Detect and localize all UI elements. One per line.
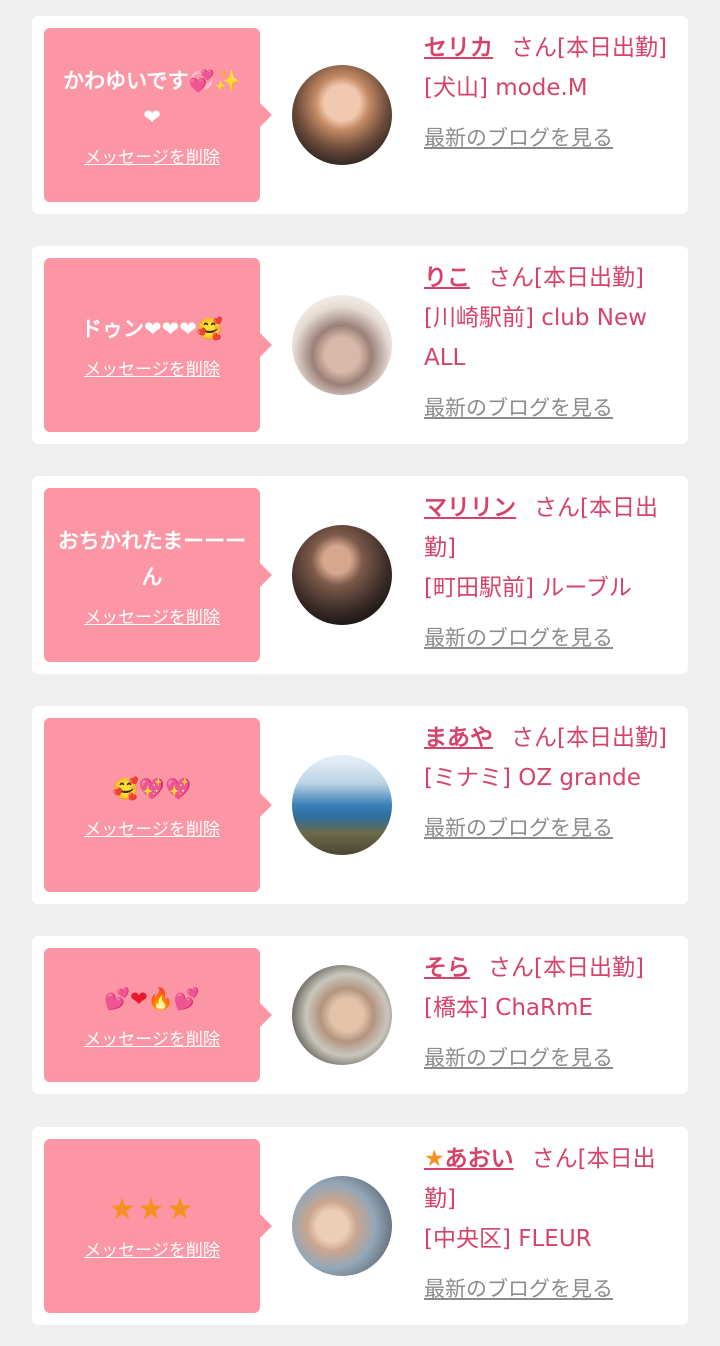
cast-status: さん[本日出勤]	[511, 725, 667, 751]
message-bubble: 💕❤🔥💕 メッセージを削除	[44, 948, 272, 1082]
cast-name-link[interactable]: まあや	[424, 725, 493, 751]
message-text: かわゆいです💞✨❤	[63, 68, 241, 129]
shop-area: [川崎駅前] club New ALL	[424, 305, 647, 371]
delete-message-link[interactable]: メッセージを削除	[84, 1025, 220, 1050]
message-card: かわゆいです💞✨❤ メッセージを削除 セリカ さん[本日出勤] [犬山] mode…	[32, 16, 688, 214]
delete-message-link[interactable]: メッセージを削除	[84, 355, 220, 380]
message-text: おちかれたまーーーん	[57, 528, 247, 589]
profile-info: ★あおい さん[本日出勤] [中央区] FLEUR 最新のブログを見る	[424, 1139, 674, 1309]
avatar[interactable]	[292, 965, 392, 1065]
latest-blog-link[interactable]: 最新のブログを見る	[424, 388, 613, 428]
cast-name-link[interactable]: ★あおい	[424, 1146, 514, 1172]
cast-name-text: あおい	[444, 1146, 514, 1172]
cast-status: さん[本日出勤]	[488, 955, 644, 981]
latest-blog-link[interactable]: 最新のブログを見る	[424, 118, 613, 158]
profile-info: マリリン さん[本日出勤] [町田駅前] ルーブル 最新のブログを見る	[424, 488, 674, 658]
message-list: かわゆいです💞✨❤ メッセージを削除 セリカ さん[本日出勤] [犬山] mode…	[0, 0, 720, 1346]
latest-blog-link[interactable]: 最新のブログを見る	[424, 618, 613, 658]
message-card: ★★★ メッセージを削除 ★あおい さん[本日出勤] [中央区] FLEUR 最新…	[32, 1127, 688, 1325]
delete-message-link[interactable]: メッセージを削除	[84, 603, 220, 628]
profile-info: そら さん[本日出勤] [橋本] ChaRmE 最新のブログを見る	[424, 948, 674, 1078]
avatar[interactable]	[292, 1176, 392, 1276]
avatar[interactable]	[292, 65, 392, 165]
star-icon: ★	[424, 1146, 445, 1172]
shop-area: [中央区] FLEUR	[424, 1226, 592, 1252]
message-bubble: ★★★ メッセージを削除	[44, 1139, 272, 1313]
message-text: ★★★	[108, 1191, 196, 1227]
profile-info: まあや さん[本日出勤] [ミナミ] OZ grande 最新のブログを見る	[424, 718, 674, 848]
profile-info: りこ さん[本日出勤] [川崎駅前] club New ALL 最新のブログを見る	[424, 258, 674, 428]
message-text: 🥰💖💖	[112, 776, 192, 801]
avatar[interactable]	[292, 755, 392, 855]
delete-message-link[interactable]: メッセージを削除	[84, 143, 220, 168]
message-bubble: おちかれたまーーーん メッセージを削除	[44, 488, 272, 662]
avatar[interactable]	[292, 295, 392, 395]
message-bubble: 🥰💖💖 メッセージを削除	[44, 718, 272, 892]
message-card: 💕❤🔥💕 メッセージを削除 そら さん[本日出勤] [橋本] ChaRmE 最新の…	[32, 936, 688, 1094]
latest-blog-link[interactable]: 最新のブログを見る	[424, 1038, 613, 1078]
cast-status: さん[本日出勤]	[511, 35, 667, 61]
shop-area: [犬山] mode.M	[424, 75, 588, 101]
message-text: 💕❤🔥💕	[103, 986, 201, 1011]
message-card: ドゥン❤❤❤🥰 メッセージを削除 りこ さん[本日出勤] [川崎駅前] club …	[32, 246, 688, 444]
latest-blog-link[interactable]: 最新のブログを見る	[424, 1269, 613, 1309]
cast-name-link[interactable]: マリリン	[424, 495, 516, 521]
delete-message-link[interactable]: メッセージを削除	[84, 1236, 220, 1261]
shop-area: [橋本] ChaRmE	[424, 995, 593, 1021]
profile-info: セリカ さん[本日出勤] [犬山] mode.M 最新のブログを見る	[424, 28, 674, 158]
message-bubble: ドゥン❤❤❤🥰 メッセージを削除	[44, 258, 272, 432]
cast-name-link[interactable]: セリカ	[424, 35, 493, 61]
cast-name-link[interactable]: そら	[424, 955, 470, 981]
avatar[interactable]	[292, 525, 392, 625]
message-text: ドゥン❤❤❤🥰	[81, 316, 223, 341]
message-card: おちかれたまーーーん メッセージを削除 マリリン さん[本日出勤] [町田駅前] …	[32, 476, 688, 674]
message-card: 🥰💖💖 メッセージを削除 まあや さん[本日出勤] [ミナミ] OZ grande…	[32, 706, 688, 904]
message-bubble: かわゆいです💞✨❤ メッセージを削除	[44, 28, 272, 202]
shop-area: [ミナミ] OZ grande	[424, 765, 641, 791]
shop-area: [町田駅前] ルーブル	[424, 575, 632, 601]
latest-blog-link[interactable]: 最新のブログを見る	[424, 808, 613, 848]
delete-message-link[interactable]: メッセージを削除	[84, 815, 220, 840]
cast-name-link[interactable]: りこ	[424, 265, 470, 291]
cast-status: さん[本日出勤]	[488, 265, 644, 291]
